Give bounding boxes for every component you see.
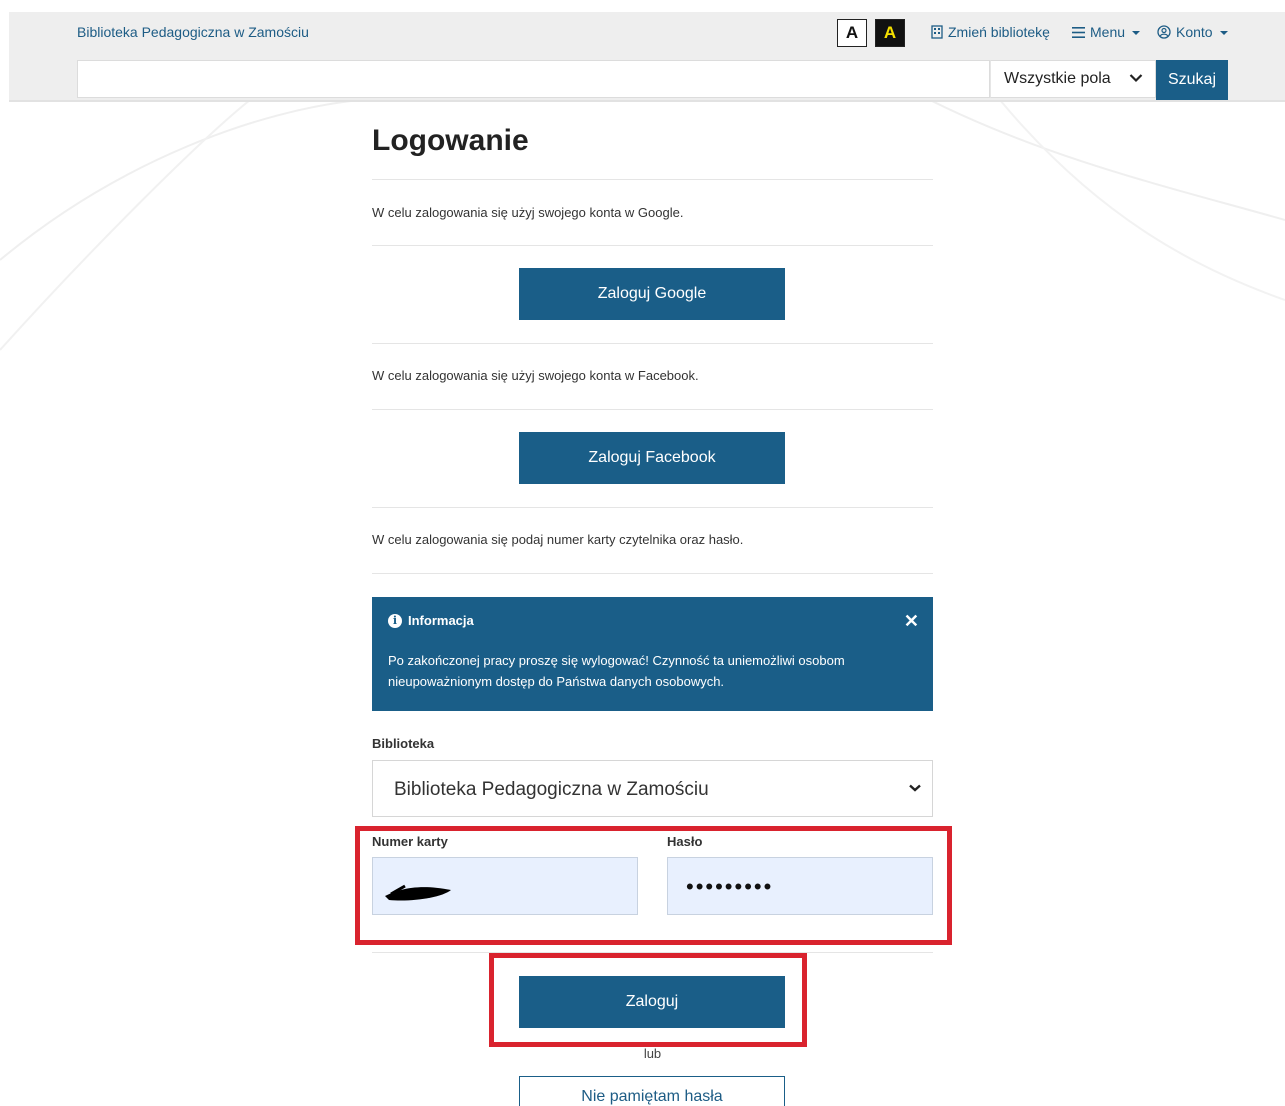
- hamburger-icon: [1072, 26, 1085, 38]
- account-dropdown[interactable]: Konto: [1157, 24, 1228, 40]
- google-login-text: W celu zalogowania się użyj swojego kont…: [372, 205, 684, 220]
- google-login-button[interactable]: Zaloguj Google: [519, 268, 785, 320]
- brand-link[interactable]: Biblioteka Pedagogiczna w Zamościu: [77, 24, 309, 40]
- divider: [372, 409, 933, 410]
- library-select[interactable]: Biblioteka Pedagogiczna w Zamościu: [372, 760, 933, 817]
- page-title: Logowanie: [372, 124, 529, 157]
- divider: [372, 343, 933, 344]
- divider: [372, 573, 933, 574]
- search-field-select[interactable]: Wszystkie pola: [990, 60, 1156, 98]
- chevron-down-icon: [1129, 74, 1143, 83]
- search-bar: Wszystkie pola Szukaj: [9, 58, 1285, 102]
- divider: [372, 507, 933, 508]
- or-separator: lub: [643, 1046, 662, 1061]
- divider: [372, 179, 933, 180]
- divider: [372, 245, 933, 246]
- change-library-label: Zmień bibliotekę: [948, 24, 1050, 40]
- menu-label: Menu: [1090, 24, 1126, 40]
- library-label: Biblioteka: [372, 736, 435, 751]
- caret-down-icon: [1132, 31, 1141, 35]
- building-icon: [931, 25, 943, 39]
- account-label: Konto: [1176, 24, 1213, 40]
- chevron-down-icon: [909, 784, 921, 792]
- forgot-password-button[interactable]: Nie pamiętam hasła: [519, 1076, 785, 1106]
- card-login-text: W celu zalogowania się podaj numer karty…: [372, 532, 744, 547]
- facebook-login-text: W celu zalogowania się użyj swojego kont…: [372, 368, 699, 383]
- change-library-link[interactable]: Zmień bibliotekę: [931, 24, 1050, 40]
- caret-down-icon: [1219, 31, 1228, 35]
- info-alert: i Informacja ✕ Po zakończonej pracy pros…: [372, 597, 933, 711]
- user-circle-icon: [1157, 25, 1171, 39]
- facebook-login-button[interactable]: Zaloguj Facebook: [519, 432, 785, 484]
- alert-header: i Informacja: [388, 613, 917, 628]
- normal-contrast-button[interactable]: A: [837, 19, 867, 47]
- alert-message: Po zakończonej pracy proszę się wylogowa…: [388, 653, 845, 689]
- menu-dropdown[interactable]: Menu: [1072, 24, 1141, 40]
- highlight-login-button-box: [489, 953, 807, 1047]
- top-navigation-bar: Biblioteka Pedagogiczna w Zamościu A A Z…: [9, 12, 1285, 58]
- high-contrast-button[interactable]: A: [875, 19, 905, 47]
- alert-title: Informacja: [408, 613, 474, 628]
- search-button[interactable]: Szukaj: [1156, 60, 1228, 100]
- close-icon[interactable]: ✕: [904, 611, 919, 632]
- info-icon: i: [388, 613, 402, 628]
- background-decoration: [0, 100, 1285, 351]
- library-select-value: Biblioteka Pedagogiczna w Zamościu: [394, 779, 709, 800]
- search-field-value: Wszystkie pola: [1004, 70, 1111, 87]
- search-input[interactable]: [77, 60, 990, 98]
- highlight-credentials-box: [355, 826, 952, 945]
